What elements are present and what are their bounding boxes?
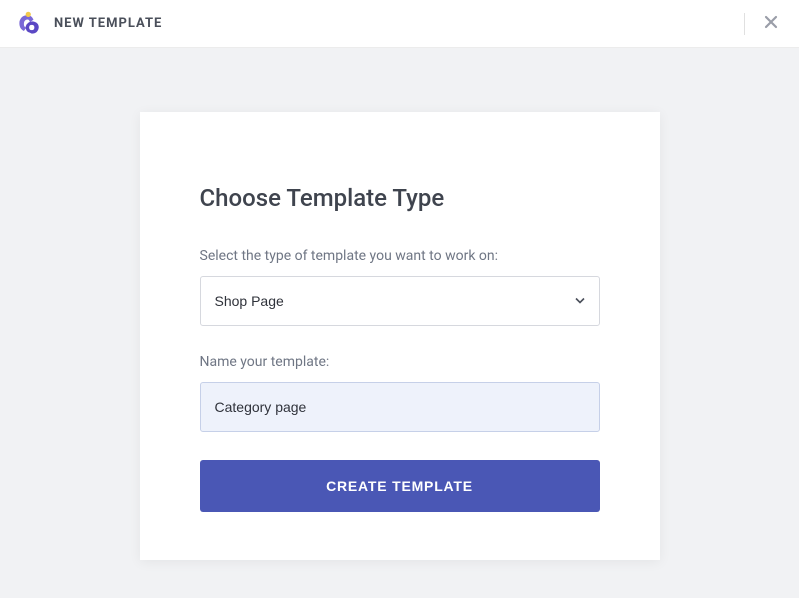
template-type-select-wrapper: Shop Page: [200, 276, 600, 326]
template-name-input[interactable]: [200, 382, 600, 432]
template-type-label: Select the type of template you want to …: [200, 248, 600, 264]
template-type-select[interactable]: Shop Page: [200, 276, 600, 326]
header-right: [744, 10, 783, 37]
template-name-label: Name your template:: [200, 354, 600, 370]
create-template-button[interactable]: CREATE TEMPLATE: [200, 460, 600, 512]
close-button[interactable]: [759, 10, 783, 37]
header-title: NEW TEMPLATE: [54, 16, 162, 31]
app-header: NEW TEMPLATE: [0, 0, 799, 48]
canvas-area: Choose Template Type Select the type of …: [0, 48, 799, 598]
modal-heading: Choose Template Type: [200, 184, 600, 212]
template-modal: Choose Template Type Select the type of …: [140, 112, 660, 560]
header-divider: [744, 13, 745, 35]
elementor-logo-icon: [16, 10, 44, 38]
close-icon: [763, 14, 779, 33]
header-left: NEW TEMPLATE: [16, 10, 162, 38]
